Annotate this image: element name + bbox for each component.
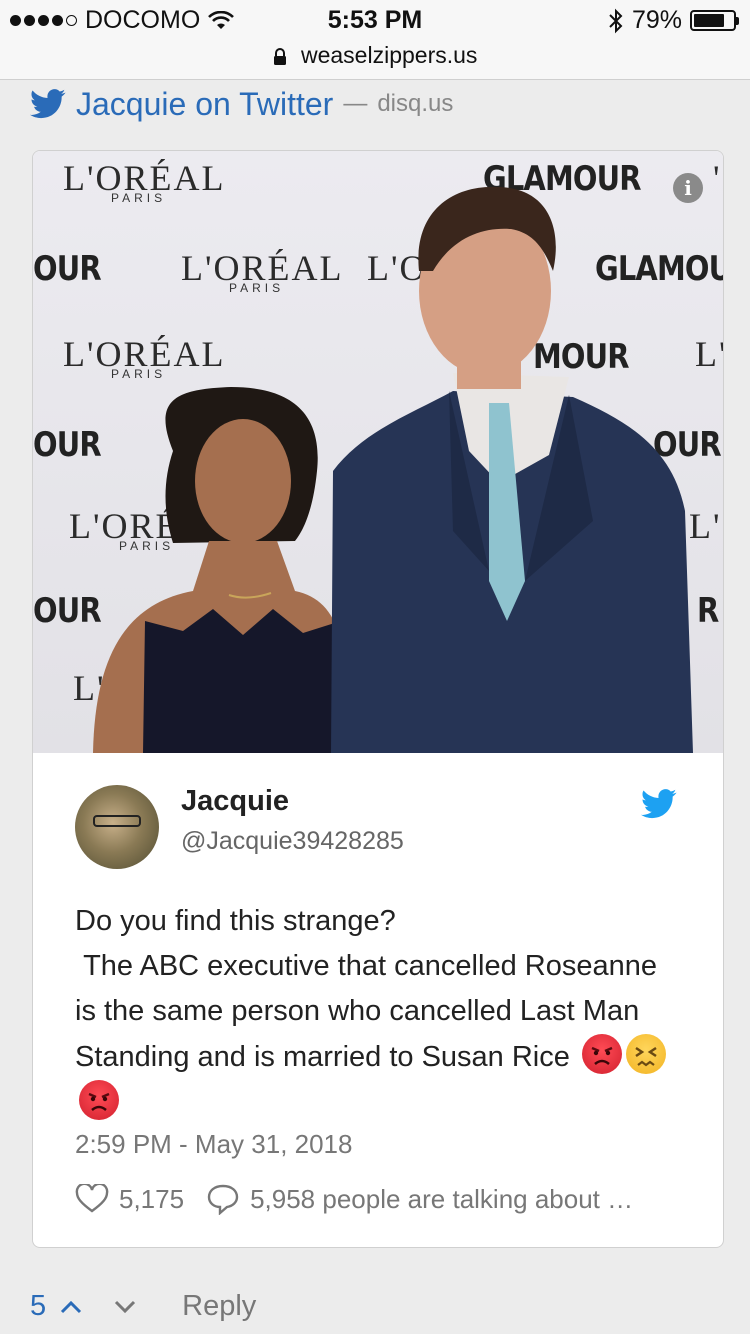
- url-bar[interactable]: weaselzippers.us: [0, 40, 750, 80]
- twitter-bird-icon: [30, 89, 66, 119]
- comment-actions: 5 Reply: [30, 1290, 256, 1323]
- avatar[interactable]: [75, 785, 159, 869]
- angry-face-emoji: [79, 1080, 119, 1120]
- photo-people-illustration: [93, 186, 693, 753]
- chevron-down-icon[interactable]: [112, 1298, 138, 1316]
- link-heading[interactable]: Jacquie on Twitter — disq.us: [30, 84, 453, 124]
- link-domain: disq.us: [377, 90, 454, 117]
- battery-fill: [694, 14, 725, 27]
- twitter-bird-icon[interactable]: [641, 789, 677, 819]
- tweet-embed-card[interactable]: L'ORÉAL PARIS GLAMOUR 'O OUR L'ORÉAL PAR…: [32, 150, 724, 1248]
- reply-button[interactable]: Reply: [182, 1290, 256, 1323]
- link-separator: —: [343, 90, 368, 117]
- tweet-author-name[interactable]: Jacquie: [181, 785, 289, 818]
- vote-count: 5: [30, 1290, 47, 1322]
- speech-bubble-icon[interactable]: [206, 1183, 240, 1215]
- tweet-stats: 5,175 5,958 people are talking about …: [75, 1183, 633, 1215]
- info-icon[interactable]: i: [673, 173, 703, 203]
- bluetooth-icon: [609, 8, 623, 33]
- tweet-author-handle[interactable]: @Jacquie39428285: [181, 827, 404, 856]
- status-bar: DOCOMO 5:53 PM 79%: [0, 0, 750, 40]
- status-bar-right: 79%: [608, 6, 739, 35]
- avatar-glasses: [93, 815, 141, 827]
- battery-percent: 79%: [631, 6, 682, 34]
- url-domain: weaselzippers.us: [300, 42, 478, 68]
- chevron-up-icon[interactable]: [58, 1298, 84, 1316]
- battery-icon: [690, 10, 739, 31]
- tweet-photo[interactable]: L'ORÉAL PARIS GLAMOUR 'O OUR L'ORÉAL PAR…: [33, 151, 723, 753]
- link-title[interactable]: Jacquie on Twitter: [76, 86, 333, 123]
- angry-face-emoji: [581, 1034, 622, 1074]
- lock-icon: [273, 47, 286, 65]
- tweet-text: Do you find this strange? The ABC execut…: [75, 899, 685, 1126]
- tweet-text-content: Do you find this strange? The ABC execut…: [75, 905, 657, 1073]
- heart-icon[interactable]: [75, 1184, 109, 1214]
- tweet-timestamp[interactable]: 2:59 PM - May 31, 2018: [75, 1129, 352, 1160]
- like-count[interactable]: 5,175: [119, 1184, 184, 1215]
- persevering-face-emoji: [625, 1034, 666, 1074]
- talking-count[interactable]: 5,958 people are talking about …: [250, 1184, 633, 1215]
